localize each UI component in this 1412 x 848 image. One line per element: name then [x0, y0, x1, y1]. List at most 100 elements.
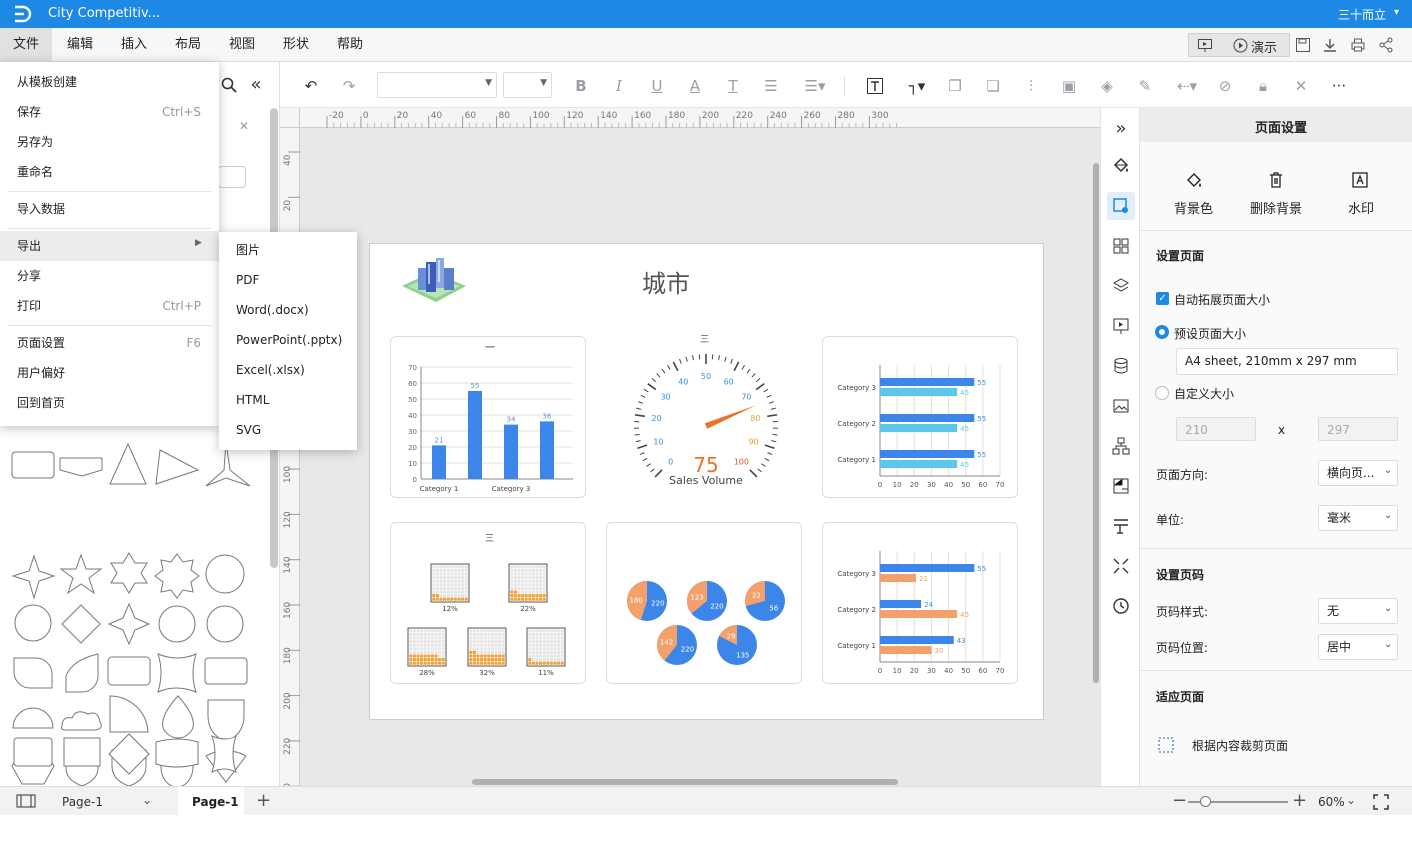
zoom-slider-handle[interactable] [1200, 796, 1211, 807]
hbar-chart-card-2[interactable]: 010203040506070Category 35521Category 22… [822, 522, 1018, 684]
zoom-in-icon[interactable]: + [1292, 790, 1307, 811]
menu-edit[interactable]: 编辑 [54, 28, 106, 62]
add-page-icon[interactable]: + [256, 790, 271, 811]
history-icon[interactable] [1111, 596, 1131, 616]
text-box-icon[interactable] [864, 75, 886, 97]
close-icon[interactable]: ✕ [236, 118, 252, 134]
custom-size-radio[interactable] [1155, 386, 1169, 400]
edit-shape-icon[interactable]: ⊘ [1214, 75, 1236, 97]
expand-panel-icon[interactable]: » [1111, 118, 1131, 138]
menu-help[interactable]: 帮助 [324, 28, 376, 62]
layout-icon[interactable] [1111, 476, 1131, 496]
export-word[interactable]: Word(.docx) [219, 295, 357, 325]
watermark-button[interactable]: 水印 [1348, 198, 1374, 217]
layers-icon[interactable] [1111, 276, 1131, 296]
vertical-scrollbar[interactable] [1093, 163, 1099, 683]
print-icon[interactable] [1349, 36, 1367, 54]
grid-apps-icon[interactable] [1111, 236, 1131, 256]
export-html[interactable]: HTML [219, 385, 357, 415]
file-menu-item-rename[interactable]: 重命名 [0, 157, 219, 187]
group-icon[interactable]: ▣ [1058, 75, 1080, 97]
chevron-down-icon[interactable]: ⌄ [1346, 793, 1356, 807]
share-icon[interactable] [1377, 36, 1395, 54]
diagram-page[interactable]: 城市 一 70605040302010021553436Category 1Ca… [369, 243, 1044, 720]
slide-icon[interactable] [1197, 37, 1213, 53]
document-title[interactable]: City Competitiv... [48, 6, 160, 21]
horizontal-scrollbar[interactable] [472, 779, 898, 785]
menu-file[interactable]: 文件 [0, 28, 52, 62]
more-icon[interactable]: ··· [1328, 75, 1350, 97]
file-menu-item-import-data[interactable]: 导入数据 [0, 194, 219, 224]
undo-icon[interactable]: ↶ [300, 75, 322, 97]
file-menu-item-preferences[interactable]: 用户偏好 [0, 358, 219, 388]
font-color-icon[interactable]: A [684, 75, 706, 97]
watermark-icon[interactable] [1350, 170, 1370, 190]
fit-icon[interactable] [1111, 556, 1131, 576]
database-icon[interactable] [1111, 356, 1131, 376]
height-input[interactable]: 297 [1318, 417, 1398, 441]
connector-icon[interactable]: ┐▾ [902, 75, 932, 97]
tools-icon[interactable]: ✕ [1290, 75, 1312, 97]
user-name[interactable]: 三十而立 [1338, 6, 1386, 23]
line-color-icon[interactable]: ✎ [1134, 75, 1156, 97]
chevron-down-icon[interactable]: ⌄ [142, 793, 152, 807]
page-title[interactable]: 城市 [642, 264, 690, 299]
delete-background-icon[interactable] [1266, 170, 1286, 190]
menu-insert[interactable]: 插入 [108, 28, 160, 62]
line-style-icon[interactable]: ⇠▾ [1172, 75, 1202, 97]
export-image[interactable]: 图片 [219, 235, 357, 265]
app-logo-icon[interactable] [12, 4, 32, 24]
width-input[interactable]: 210 [1176, 417, 1256, 441]
gauge-card[interactable]: 三 010203040506070809010075Sales Volume [606, 332, 802, 498]
text-format-icon[interactable]: T [722, 75, 744, 97]
page-tab-label[interactable]: Page-1 [192, 795, 239, 809]
org-chart-icon[interactable] [1111, 436, 1131, 456]
align-objects-icon[interactable]: ⫶ [1020, 75, 1042, 97]
background-color-icon[interactable] [1184, 170, 1204, 190]
download-icon[interactable] [1321, 36, 1339, 54]
canvas-area[interactable]: -200204060801001201401601802002202402602… [280, 108, 1100, 786]
line-spacing-icon[interactable]: ☰▾ [800, 75, 830, 97]
bring-front-icon[interactable]: ❐ [944, 75, 966, 97]
export-excel[interactable]: Excel(.xlsx) [219, 355, 357, 385]
font-family-select[interactable]: ▼ [377, 72, 497, 98]
image-icon[interactable] [1111, 396, 1131, 416]
fill-color-icon[interactable]: ◈ [1096, 75, 1118, 97]
background-color-button[interactable]: 背景色 [1174, 198, 1213, 217]
user-dropdown-icon[interactable]: ▾ [1394, 7, 1399, 18]
waffle-card[interactable]: 三 12%22%28%32%11% [390, 522, 586, 684]
preset-size-radio[interactable] [1155, 325, 1169, 339]
page-panel-icon[interactable] [16, 793, 36, 809]
collapse-panel-icon[interactable]: « [246, 74, 266, 94]
zoom-out-icon[interactable]: − [1172, 790, 1187, 811]
crop-page-icon[interactable] [1156, 735, 1176, 755]
font-size-select[interactable]: ▼ [503, 72, 552, 98]
export-pdf[interactable]: PDF [219, 265, 357, 295]
presentation-icon[interactable] [1111, 316, 1131, 336]
pie-chart-card[interactable]: 180220123220235614222029135 [606, 522, 802, 684]
page-select[interactable]: Page-1 [62, 795, 103, 809]
file-menu-item-share[interactable]: 分享 [0, 261, 219, 291]
menu-view[interactable]: 视图 [216, 28, 268, 62]
format-icon[interactable] [1111, 516, 1131, 536]
zoom-level[interactable]: 60% [1318, 795, 1345, 809]
present-button[interactable]: 演示 [1251, 37, 1277, 56]
file-menu-item-save-as[interactable]: 另存为 [0, 127, 219, 157]
auto-expand-checkbox[interactable]: ✓ [1156, 292, 1169, 305]
delete-background-button[interactable]: 删除背景 [1250, 198, 1302, 217]
send-back-icon[interactable]: ❏ [982, 75, 1004, 97]
hbar-chart-card-1[interactable]: 010203040506070Category 35545Category 25… [822, 336, 1018, 498]
save-icon[interactable] [1294, 36, 1312, 54]
export-svg[interactable]: SVG [219, 415, 357, 445]
crop-page-button[interactable]: 根据内容裁剪页面 [1192, 737, 1288, 754]
lock-icon[interactable]: 🔒︎ [1252, 75, 1274, 97]
align-icon[interactable]: ☰ [760, 75, 782, 97]
fullscreen-icon[interactable] [1372, 793, 1390, 811]
menu-layout[interactable]: 布局 [162, 28, 214, 62]
menu-shape[interactable]: 形状 [270, 28, 322, 62]
bold-icon[interactable]: B [570, 75, 592, 97]
redo-icon[interactable]: ↷ [338, 75, 360, 97]
page-settings-icon[interactable] [1107, 192, 1135, 220]
preset-size-select[interactable]: A4 sheet, 210mm x 297 mm [1176, 348, 1398, 375]
underline-icon[interactable]: U [646, 75, 668, 97]
